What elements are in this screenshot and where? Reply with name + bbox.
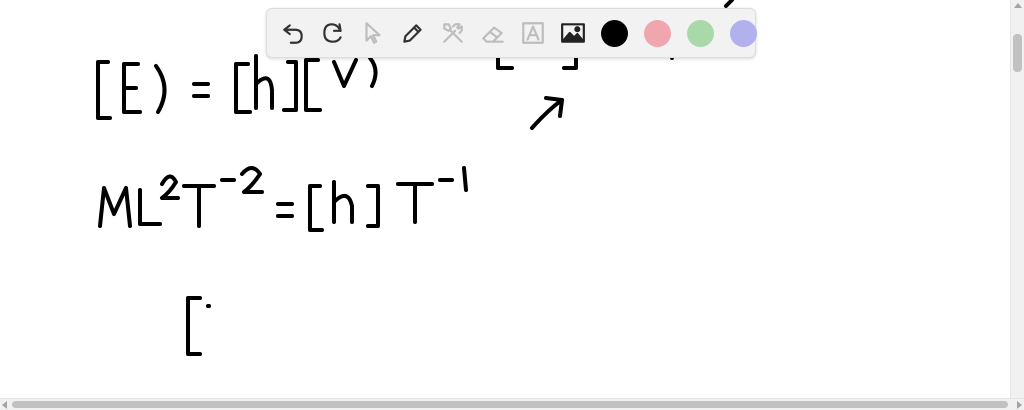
scroll-right-arrow-icon[interactable] (1017, 401, 1022, 409)
ink-stroke-letter-T (396, 182, 434, 224)
ink-stroke-bracket-right (282, 60, 298, 112)
ink-stroke-superscript-2 (160, 174, 180, 200)
tools-icon (443, 22, 464, 43)
ink-stroke-bracket-left (234, 62, 252, 114)
select-button[interactable] (357, 17, 389, 49)
text-box-icon (522, 22, 544, 44)
handwriting-layer (96, 0, 734, 356)
ink-stroke-bracket-left (304, 58, 322, 112)
pen-button[interactable] (397, 17, 429, 49)
drawing-toolbar (266, 8, 757, 58)
scroll-up-arrow-icon[interactable] (1014, 3, 1022, 8)
horizontal-scroll-thumb[interactable] (12, 401, 1008, 408)
vertical-scroll-thumb[interactable] (1013, 34, 1022, 72)
ink-stroke-bracket-right (366, 184, 380, 228)
whiteboard-canvas[interactable] (0, 0, 1010, 398)
tools-button[interactable] (437, 17, 469, 49)
ink-stroke-equals (276, 202, 294, 218)
pointer-icon (365, 22, 381, 44)
ink-stroke-superscript-1 (462, 166, 468, 192)
ink-stroke-letter-M (98, 186, 132, 228)
ink-stroke-letter-T (182, 184, 216, 228)
color-swatch-black[interactable] (601, 19, 628, 47)
undo-icon (283, 24, 303, 44)
ink-stroke-equals (192, 82, 210, 98)
ink-stroke-letter-h (332, 180, 354, 224)
undo-button[interactable] (277, 17, 309, 49)
eraser-button[interactable] (477, 17, 509, 49)
ink-stroke-letter-E (122, 62, 142, 114)
ink-stroke-letter-nu (332, 58, 358, 88)
color-swatch-green[interactable] (687, 19, 714, 47)
ink-stroke-arrow (530, 98, 564, 130)
redo-button[interactable] (317, 17, 349, 49)
pen-icon (403, 24, 422, 43)
eraser-icon (482, 26, 504, 43)
ink-stroke-superscript-2 (240, 166, 264, 194)
color-swatch-red[interactable] (644, 19, 671, 47)
image-icon (561, 23, 585, 43)
ink-stroke-paren-close (368, 56, 378, 88)
ink-stroke-letter-L (138, 188, 162, 226)
scroll-left-arrow-icon[interactable] (2, 401, 7, 409)
ink-stroke-bracket-left (186, 296, 202, 356)
ink-stroke-mark (724, 0, 734, 8)
text-button[interactable] (517, 17, 549, 49)
redo-icon (323, 23, 342, 43)
ink-stroke-bracket-left (96, 60, 112, 120)
ink-stroke-letter-h (254, 54, 274, 110)
horizontal-scrollbar[interactable] (0, 398, 1024, 410)
color-swatch-purple[interactable] (730, 19, 757, 47)
ink-stroke-paren-close (154, 64, 167, 114)
image-button[interactable] (557, 17, 589, 49)
ink-stroke-bracket-left (308, 184, 324, 232)
vertical-scrollbar[interactable] (1010, 0, 1024, 398)
